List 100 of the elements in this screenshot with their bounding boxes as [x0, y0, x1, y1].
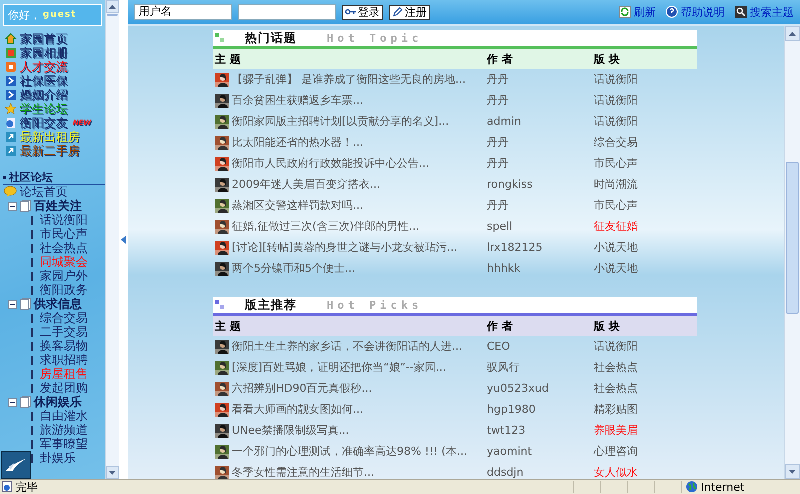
- search-icon: [735, 6, 747, 18]
- author-cell-text: ddsdjn: [486, 465, 525, 479]
- topic-link[interactable]: 六招辨别HD90百元真假秒...: [232, 381, 372, 396]
- username-field[interactable]: 用户名: [134, 4, 232, 20]
- tree-item[interactable]: 论坛首页: [0, 185, 105, 199]
- board-cell-text: 社会热点: [593, 381, 639, 397]
- topic-link[interactable]: 蒸湘区交警这样罚款对吗...: [232, 198, 364, 213]
- topic-link[interactable]: 冬季女性需注意的生活细节...: [232, 465, 374, 479]
- board-cell-text: 养眼美眉: [593, 423, 639, 439]
- column-header: 作 者: [485, 316, 592, 336]
- column-header: 主 题: [213, 316, 485, 336]
- down-arrow-icon: [109, 470, 116, 474]
- nav-link[interactable]: 婚姻介绍: [0, 88, 105, 102]
- column-header: 主 题: [213, 49, 485, 69]
- tree-item[interactable]: 卦娱乐: [0, 451, 105, 465]
- up-arrow-icon: [109, 4, 116, 8]
- topic-link[interactable]: 衡阳土生土养的家乡话，不会讲衡阳话的人进...: [232, 339, 462, 354]
- topic-link[interactable]: 百余贫困生获赠返乡车票...: [232, 93, 364, 108]
- toolbar-link[interactable]: 搜索主题: [735, 4, 794, 20]
- greeting-text: 你好，: [8, 8, 41, 22]
- board-cell-text: 市民心声: [593, 198, 639, 214]
- tree-folder[interactable]: 供求信息: [0, 297, 105, 311]
- collapse-arrow-icon[interactable]: [121, 236, 126, 244]
- status-text: 完毕: [16, 480, 38, 494]
- house-icon: [5, 33, 17, 45]
- toolbar-link[interactable]: 帮助说明: [666, 4, 725, 20]
- document-icon: [20, 200, 31, 212]
- board-cell-text: 市民心声: [593, 156, 639, 172]
- scrollbar[interactable]: [105, 0, 119, 479]
- author-cell-text: 丹丹: [486, 93, 510, 109]
- star-icon: [5, 103, 17, 115]
- section-heading: 社区论坛: [9, 170, 53, 184]
- zone-text: Internet: [701, 480, 745, 494]
- column-header: 版 块: [592, 49, 697, 69]
- globe-icon: [686, 481, 698, 493]
- topic-link[interactable]: 一个邪门的心理测试，准确率高达98% !!! (本...: [232, 444, 468, 459]
- board-cell-text: 征友征婚: [593, 219, 639, 235]
- tree-folder[interactable]: 休闲娱乐: [0, 395, 105, 409]
- author-cell-text: hgp1980: [486, 402, 537, 418]
- topic-link[interactable]: 比太阳能还省的热水器！...: [232, 135, 364, 150]
- collapse-icon: [8, 398, 17, 406]
- tree-item[interactable]: 求职招聘: [0, 353, 105, 367]
- up-arrow-icon: [789, 32, 796, 36]
- shortcut-icon: [5, 131, 17, 143]
- shortcut-icon: [5, 145, 17, 157]
- tree-item[interactable]: 社会热点: [0, 241, 105, 255]
- topic-link[interactable]: [讨论][转帖]黄蓉的身世之谜与小龙女被玷污...: [232, 240, 458, 255]
- tree-item[interactable]: 话说衡阳: [0, 213, 105, 227]
- topic-link[interactable]: 2009年迷人美眉百变穿搭衣...: [232, 177, 380, 192]
- nav-link[interactable]: 最新二手房: [0, 144, 105, 158]
- refresh-icon: [619, 6, 631, 18]
- panel-title: 版主推荐: [245, 296, 297, 314]
- nav-link[interactable]: 家园相册: [0, 46, 105, 60]
- nav-link[interactable]: 社保医保: [0, 74, 105, 88]
- document-icon: [20, 396, 31, 408]
- topic-link[interactable]: UNee禁播限制级写真...: [232, 423, 350, 438]
- tree-item[interactable]: 衡阳政务: [0, 283, 105, 297]
- topic-link[interactable]: 衡阳家园版主招聘计划[以贡献分享的名义]...: [232, 114, 450, 129]
- author-cell-text: twt123: [486, 423, 527, 439]
- column-header: 版 块: [592, 316, 697, 336]
- board-cell-text: 社会热点: [593, 360, 639, 376]
- topic-link[interactable]: 两个5分镍币和5个便士...: [232, 261, 356, 276]
- tree-item[interactable]: 旅游频道: [0, 423, 105, 437]
- bird-logo-icon[interactable]: [1, 451, 31, 479]
- photo-icon: [5, 47, 17, 59]
- board-cell-text: 小说天地: [593, 240, 639, 256]
- topic-link[interactable]: 征婚,征做过三次(含三次)伴郎的男性...: [232, 219, 420, 234]
- author-cell-text: 丹丹: [486, 198, 510, 214]
- collapse-icon: [8, 300, 17, 308]
- tree-item[interactable]: 军事瞭望: [0, 437, 105, 451]
- tree-item[interactable]: 二手交易: [0, 325, 105, 339]
- globe-icon: [5, 117, 17, 129]
- scrollbar[interactable]: [784, 26, 800, 479]
- author-cell-text: 丹丹: [486, 135, 510, 151]
- board-cell-text: 综合交易: [593, 135, 639, 151]
- tree-item[interactable]: 综合交易: [0, 311, 105, 325]
- toolbar-button[interactable]: 登录: [342, 4, 383, 20]
- topic-link[interactable]: 衡阳市人民政府行政效能投诉中心公告...: [232, 156, 430, 171]
- tree-folder[interactable]: 百姓关注: [0, 199, 105, 213]
- author-cell-text: 驭风行: [486, 360, 521, 376]
- tree-item[interactable]: 家园户外: [0, 269, 105, 283]
- nav-link[interactable]: 家园首页: [0, 32, 105, 46]
- tree-item[interactable]: 发起团购: [0, 381, 105, 395]
- topic-link[interactable]: 看看大师画的靓女图如何...: [232, 402, 364, 417]
- author-cell-text: yaomint: [486, 444, 534, 460]
- tree-item[interactable]: 换客易物: [0, 339, 105, 353]
- tree-item[interactable]: 市民心声: [0, 227, 105, 241]
- toolbar-button[interactable]: 注册: [389, 4, 430, 20]
- board-cell-text: 话说衡阳: [593, 72, 639, 88]
- password-field[interactable]: [238, 4, 336, 20]
- author-cell-text: CEO: [486, 339, 512, 355]
- topic-link[interactable]: 【骡子乱弹】 是谁养成了衡阳这些无良的房地...: [232, 72, 466, 87]
- bullet-icon: [3, 176, 6, 178]
- speech-bubble-icon: [4, 186, 17, 198]
- board-cell-text: 心理咨询: [592, 444, 639, 460]
- board-cell-text: 话说衡阳: [593, 114, 639, 130]
- topic-link[interactable]: [深度]百姓骂娘，证明还把你当“娘”--家园...: [232, 360, 446, 375]
- tree-item[interactable]: 自由灌水: [0, 409, 105, 423]
- author-cell-text: admin: [486, 114, 522, 130]
- toolbar-link[interactable]: 刷新: [619, 4, 656, 20]
